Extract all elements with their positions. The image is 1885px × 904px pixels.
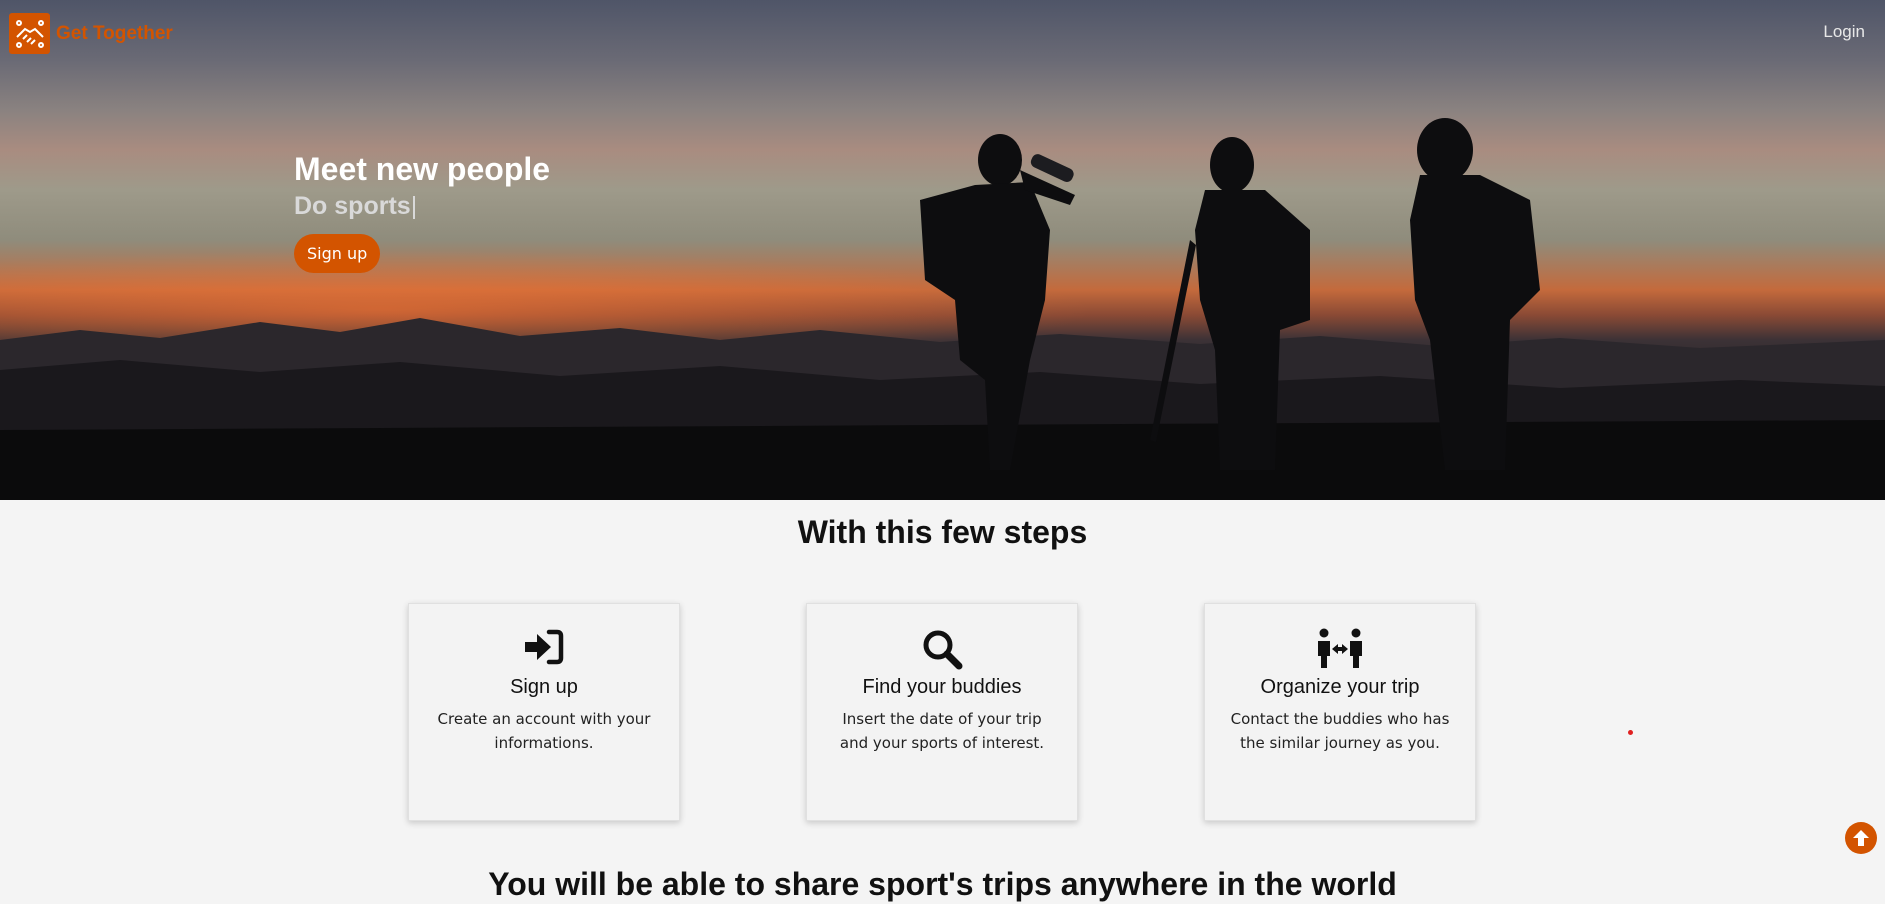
brand-name: Get Together [56, 22, 173, 44]
login-link[interactable]: Login [1823, 22, 1865, 42]
step-description: Insert the date of your trip and your sp… [839, 710, 1045, 752]
arrow-up-icon [1853, 830, 1869, 846]
hikers-silhouette-image [0, 118, 1885, 500]
brand-logo[interactable]: Get Together [9, 13, 173, 54]
step-title: Sign up [510, 676, 578, 698]
handshake-logo-icon [9, 13, 50, 54]
search-icon [807, 628, 1077, 670]
typing-cursor: | [410, 192, 418, 220]
step-description: Contact the buddies who has the similar … [1230, 710, 1450, 752]
step-title: Find your buddies [862, 676, 1022, 698]
step-card-find-buddies: Find your buddies Insert the date of you… [806, 603, 1078, 821]
step-card-signup: Sign up Create an account with your info… [408, 603, 680, 821]
sign-in-icon [409, 628, 679, 668]
section-title: You will be able to share sport's trips … [488, 866, 1397, 902]
hero-title: Meet new people [294, 151, 551, 187]
hero-subtitle: Do sports| [294, 190, 550, 222]
steps-title: With this few steps [797, 514, 1088, 550]
hero-banner: Get Together Login Meet new people Do sp… [0, 0, 1885, 500]
hero-signup-button[interactable]: Sign up [294, 234, 381, 273]
people-arrows-icon [1205, 628, 1475, 668]
step-description: Create an account with your informations… [437, 710, 651, 752]
step-card-organize-trip: Organize your trip Contact the buddies w… [1204, 603, 1476, 821]
hero-typed-text: Do sports [294, 192, 411, 220]
step-title: Organize your trip [1260, 676, 1420, 698]
indicator-dot [1628, 730, 1633, 735]
hero-text: Meet new people Do sports| Sign up [294, 150, 550, 273]
scroll-to-top-button[interactable] [1845, 822, 1877, 854]
